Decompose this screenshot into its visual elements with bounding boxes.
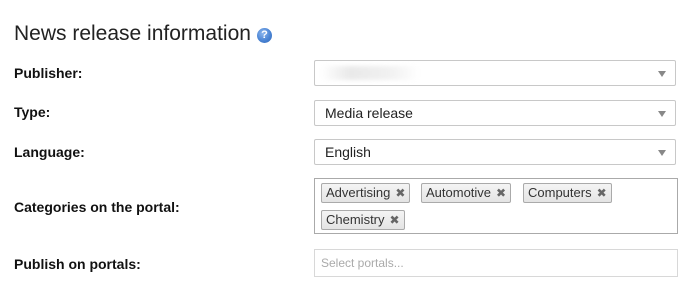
portals-label: Publish on portals: (14, 256, 141, 272)
publisher-label: Publisher: (14, 65, 83, 81)
categories-label: Categories on the portal: (14, 199, 180, 215)
chevron-down-icon (658, 111, 666, 117)
category-tag: Computers ✖ (523, 183, 612, 203)
remove-tag-icon[interactable]: ✖ (496, 184, 506, 202)
publisher-select[interactable] (314, 60, 676, 86)
remove-tag-icon[interactable]: ✖ (395, 184, 405, 202)
section-title: News release information (14, 22, 251, 45)
language-label: Language: (14, 144, 85, 160)
language-select[interactable]: English (314, 139, 676, 165)
chevron-down-icon (658, 150, 666, 156)
categories-multiselect[interactable]: Advertising ✖ Automotive ✖ Computers ✖ Chem… (314, 178, 678, 234)
publisher-redacted-value (321, 66, 421, 80)
type-label: Type: (14, 104, 51, 120)
help-icon[interactable]: ? (256, 28, 272, 43)
remove-tag-icon[interactable]: ✖ (597, 184, 607, 202)
category-tag: Automotive ✖ (421, 183, 512, 203)
chevron-down-icon (658, 71, 666, 77)
category-tag-label: Computers (528, 185, 592, 200)
category-tag-label: Automotive (426, 185, 492, 200)
category-tag-label: Advertising (326, 185, 391, 200)
category-tag: Chemistry ✖ (321, 210, 405, 230)
portals-input[interactable] (314, 249, 678, 277)
remove-tag-icon[interactable]: ✖ (390, 211, 400, 229)
section-header: News release information ? (14, 21, 272, 47)
category-tag-label: Chemistry (326, 212, 385, 227)
type-value: Media release (325, 105, 413, 121)
type-select[interactable]: Media release (314, 100, 676, 126)
language-value: English (325, 144, 371, 160)
category-tag: Advertising ✖ (321, 183, 411, 203)
